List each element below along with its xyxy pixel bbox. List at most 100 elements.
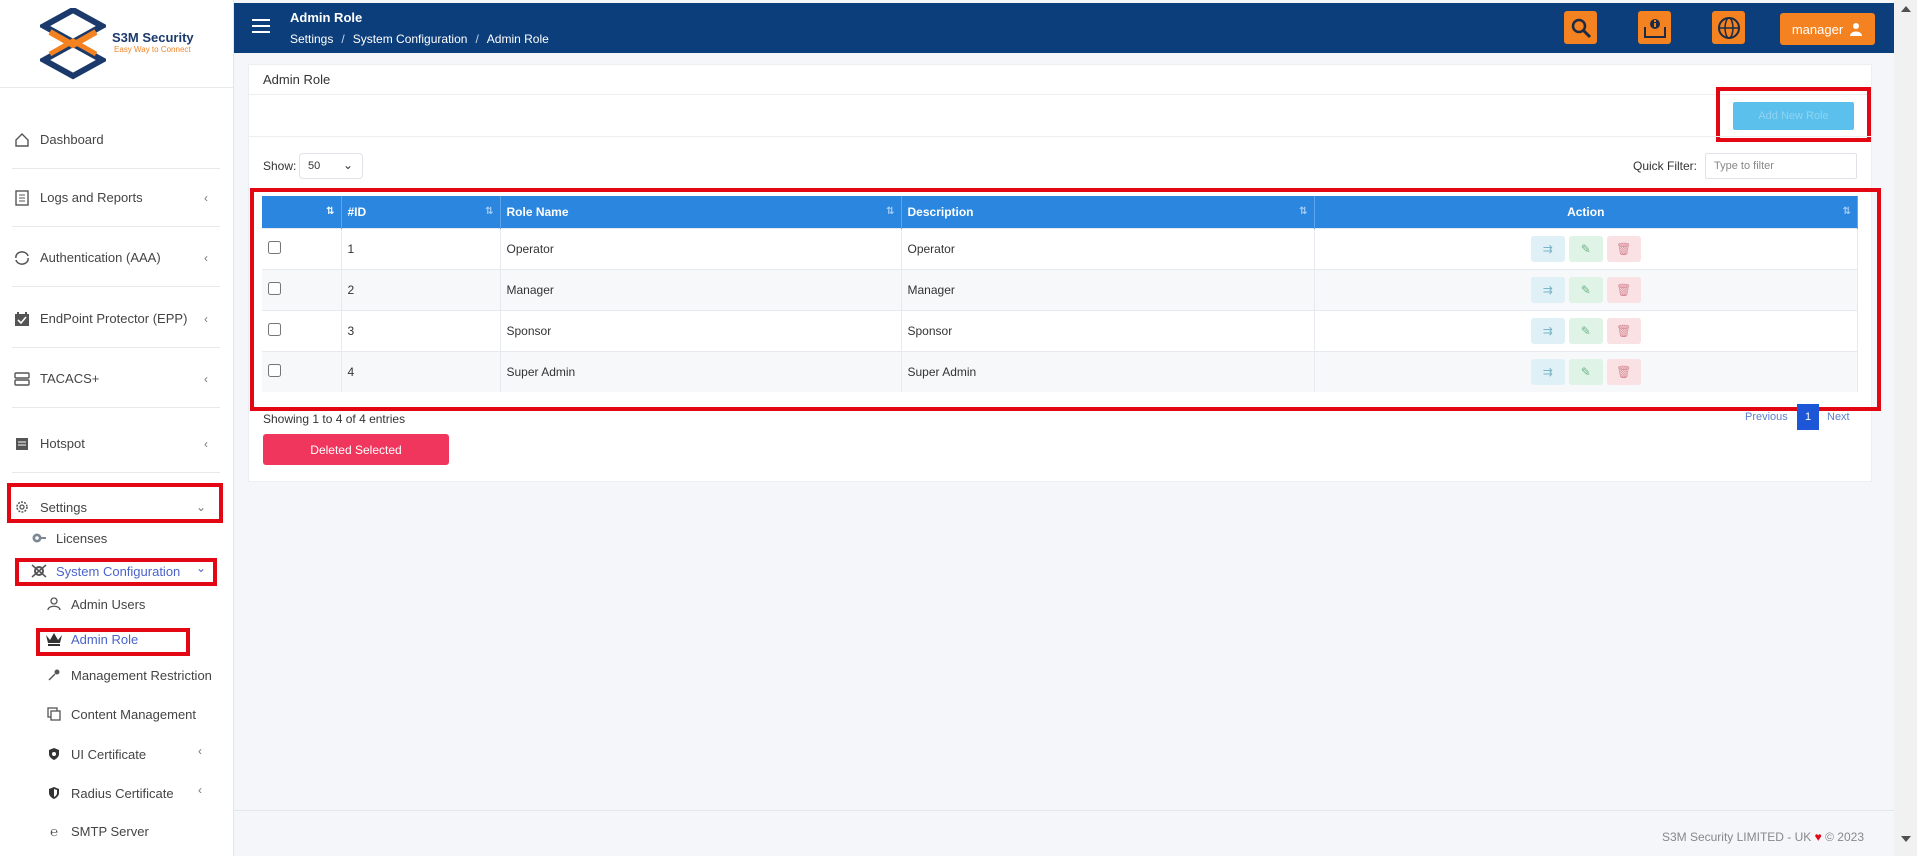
page-title: Admin Role bbox=[290, 10, 363, 25]
view-icon: ⇉ bbox=[1542, 323, 1553, 338]
pagination-previous[interactable]: Previous bbox=[1745, 411, 1788, 423]
cell-id: 4 bbox=[341, 350, 501, 392]
table-row: 4 Super Admin Super Admin ⇉ ✎ 🗑 bbox=[262, 350, 1858, 392]
sidebar-item-licenses[interactable]: Licenses bbox=[30, 526, 107, 550]
sidebar: S3M Security Easy Way to Connect Dashboa… bbox=[0, 0, 234, 856]
view-button[interactable]: ⇉ bbox=[1530, 358, 1565, 385]
delete-button[interactable]: 🗑 bbox=[1606, 235, 1641, 262]
edit-button[interactable]: ✎ bbox=[1568, 235, 1603, 262]
roles-table: ⇅ #ID ⇅ Role Name ⇅ Description ⇅ Action ⇅ 1… bbox=[262, 196, 1858, 392]
sidebar-item-dashboard[interactable]: Dashboard bbox=[12, 111, 220, 169]
gear-icon bbox=[12, 497, 32, 517]
inbox-info-button[interactable] bbox=[1638, 11, 1671, 44]
shield-half-icon bbox=[45, 786, 63, 800]
sidebar-item-radius-certificate[interactable]: Radius Certificate bbox=[45, 781, 174, 805]
scrollbar[interactable] bbox=[1894, 0, 1917, 856]
hamburger-menu-icon[interactable] bbox=[252, 19, 270, 33]
sidebar-item-ui-certificate[interactable]: UI Certificate bbox=[45, 742, 146, 766]
add-role-button[interactable]: Add New Role bbox=[1733, 102, 1854, 130]
table-info: Showing 1 to 4 of 4 entries bbox=[263, 412, 406, 426]
pencil-icon: ✎ bbox=[1580, 282, 1591, 297]
footer-text: S3M Security LIMITED - UK bbox=[1661, 830, 1812, 844]
chevron-left-icon: ‹ bbox=[204, 436, 208, 451]
cell-id: 3 bbox=[341, 309, 501, 351]
user-icon bbox=[1850, 23, 1863, 36]
delete-button[interactable]: 🗑 bbox=[1606, 358, 1641, 385]
brand-name: S3M Security bbox=[112, 30, 194, 45]
page-size-select[interactable]: 50 ⌄ bbox=[299, 153, 363, 179]
row-checkbox[interactable] bbox=[268, 322, 281, 336]
sidebar-item-label: UI Certificate bbox=[71, 746, 147, 762]
calendar-check-icon bbox=[12, 309, 32, 329]
chevron-down-icon: ⌄ bbox=[195, 500, 206, 514]
user-menu-button[interactable]: manager bbox=[1780, 13, 1875, 45]
edit-button[interactable]: ✎ bbox=[1568, 276, 1603, 303]
pagination-next[interactable]: Next bbox=[1827, 411, 1850, 423]
column-header-select[interactable]: ⇅ bbox=[262, 196, 342, 228]
breadcrumb-item[interactable]: System Configuration bbox=[353, 32, 468, 46]
cell-id: 1 bbox=[341, 227, 501, 269]
list-icon bbox=[12, 434, 32, 454]
breadcrumb-item: Admin Role bbox=[486, 32, 549, 46]
delete-button[interactable]: 🗑 bbox=[1606, 276, 1641, 303]
pencil-icon: ✎ bbox=[1580, 241, 1591, 256]
sidebar-item-management-restriction[interactable]: Management Restriction bbox=[45, 663, 212, 687]
row-checkbox[interactable] bbox=[268, 240, 281, 254]
edit-button[interactable]: ✎ bbox=[1568, 358, 1603, 385]
delete-selected-button[interactable]: Deleted Selected bbox=[263, 434, 449, 465]
document-icon bbox=[12, 188, 32, 208]
language-button[interactable] bbox=[1712, 11, 1745, 44]
sidebar-item-admin-users[interactable]: Admin Users bbox=[45, 592, 145, 616]
table-header-row: ⇅ #ID ⇅ Role Name ⇅ Description ⇅ Action ⇅ bbox=[262, 196, 1858, 228]
delete-button[interactable]: 🗑 bbox=[1606, 317, 1641, 344]
cell-description: Sponsor bbox=[901, 309, 1315, 351]
row-checkbox[interactable] bbox=[268, 281, 281, 295]
edit-button[interactable]: ✎ bbox=[1568, 317, 1603, 344]
chevron-left-icon: ‹ bbox=[204, 371, 208, 386]
trash-icon: 🗑 bbox=[1616, 241, 1632, 256]
view-button[interactable]: ⇉ bbox=[1530, 276, 1565, 303]
scroll-up-icon[interactable] bbox=[1901, 6, 1911, 12]
search-button[interactable] bbox=[1564, 11, 1597, 44]
logo[interactable]: S3M Security Easy Way to Connect bbox=[0, 0, 233, 88]
top-bar: Admin Role Settings / System Configuration… bbox=[234, 3, 1894, 53]
sidebar-item-logs-and-reports[interactable]: Logs and Reports ‹ bbox=[12, 169, 220, 227]
sidebar-item-tacacs[interactable]: TACACS+ ‹ bbox=[12, 350, 220, 408]
sort-icon: ⇅ bbox=[485, 206, 494, 217]
page-size-value: 50 bbox=[308, 160, 321, 172]
sidebar-item-smtp-server[interactable]: ℮ SMTP Server bbox=[45, 819, 149, 843]
sidebar-item-admin-role[interactable]: Admin Role bbox=[45, 627, 138, 651]
sidebar-item-authentication[interactable]: Authentication (AAA) ‹ bbox=[12, 229, 220, 287]
license-icon bbox=[30, 532, 48, 544]
sidebar-item-label: Admin Users bbox=[71, 596, 146, 612]
trash-icon: 🗑 bbox=[1616, 323, 1632, 338]
sidebar-item-label: Radius Certificate bbox=[71, 785, 174, 801]
breadcrumb-item[interactable]: Settings bbox=[290, 32, 333, 46]
column-header-role-name[interactable]: Role Name ⇅ bbox=[500, 196, 902, 228]
footer: S3M Security LIMITED - UK ♥ © 2023 bbox=[234, 810, 1894, 856]
view-button[interactable]: ⇉ bbox=[1530, 235, 1565, 262]
column-header-action[interactable]: Action ⇅ bbox=[1314, 196, 1858, 228]
sidebar-item-endpoint-protector[interactable]: EndPoint Protector (EPP) ‹ bbox=[12, 290, 220, 348]
chevron-left-icon: ‹ bbox=[204, 250, 208, 265]
cell-role-name: Sponsor bbox=[500, 309, 902, 351]
sidebar-item-content-management[interactable]: Content Management bbox=[45, 702, 196, 726]
table-row: 1 Operator Operator ⇉ ✎ 🗑 bbox=[262, 227, 1858, 269]
divider bbox=[249, 136, 1871, 137]
sidebar-item-label: EndPoint Protector (EPP) bbox=[40, 311, 188, 326]
quick-filter-input[interactable] bbox=[1705, 153, 1857, 179]
pagination-page-1[interactable]: 1 bbox=[1797, 404, 1819, 430]
sidebar-item-system-configuration[interactable]: System Configuration bbox=[30, 559, 180, 583]
user-name: manager bbox=[1791, 21, 1844, 37]
sidebar-item-hotspot[interactable]: Hotspot ‹ bbox=[12, 415, 220, 473]
column-header-description[interactable]: Description ⇅ bbox=[901, 196, 1315, 228]
inbox-info-icon bbox=[1643, 18, 1666, 38]
row-checkbox[interactable] bbox=[268, 363, 281, 377]
column-header-id[interactable]: #ID ⇅ bbox=[341, 196, 501, 228]
view-button[interactable]: ⇉ bbox=[1530, 317, 1565, 344]
sidebar-item-label: Authentication (AAA) bbox=[40, 250, 161, 265]
quick-filter-label: Quick Filter: bbox=[1633, 159, 1698, 173]
cell-description: Super Admin bbox=[901, 350, 1315, 392]
sort-icon: ⇅ bbox=[326, 206, 335, 217]
scroll-down-icon[interactable] bbox=[1901, 836, 1911, 842]
